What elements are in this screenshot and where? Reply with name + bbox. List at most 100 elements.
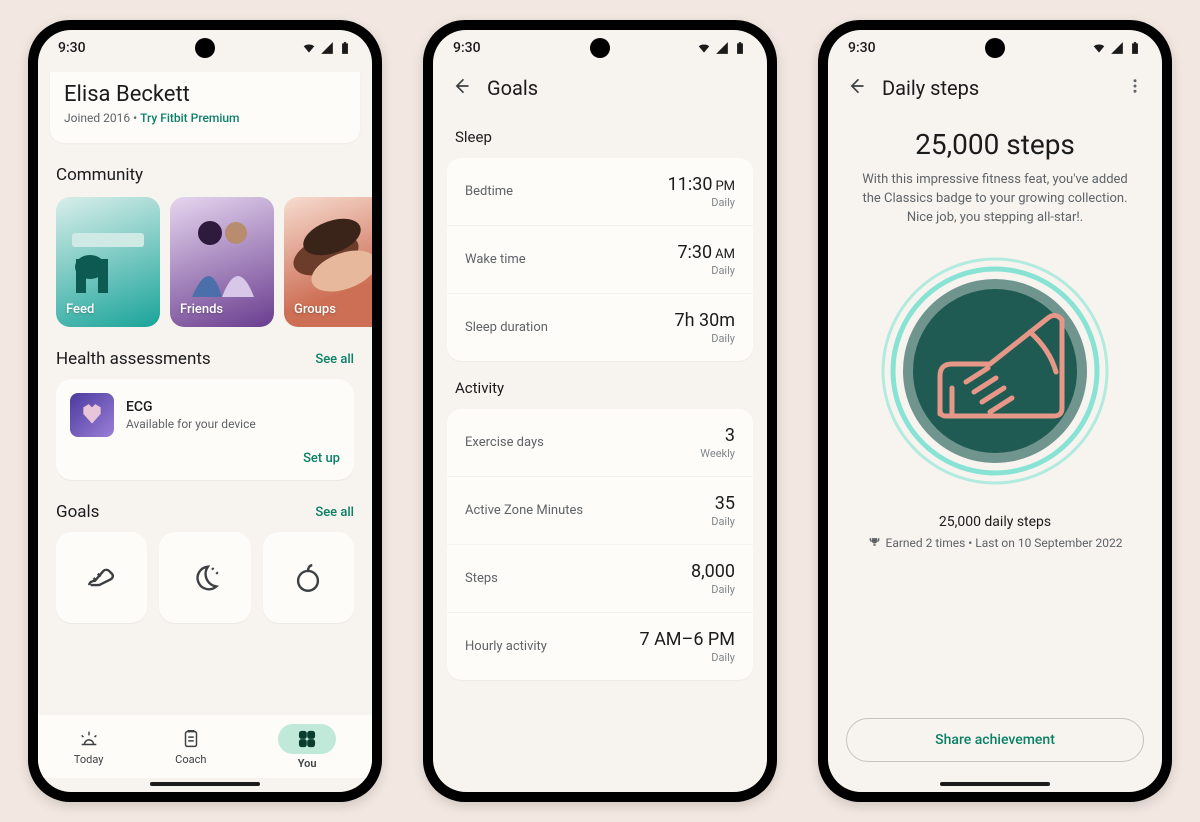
screen-badge-detail: 9:30 Daily steps 25,000 steps With this … [828,30,1162,792]
activity-group-title: Activity [455,379,745,397]
signal-icon [715,41,729,55]
nav-label: Today [74,753,104,766]
phone-frame-1: 9:30 Elisa Beckett Joined 2016 • Try Fit… [28,20,382,802]
camera-punchhole [195,38,215,58]
goals-tiles [38,532,372,623]
goals-see-all-link[interactable]: See all [315,505,354,520]
try-premium-link[interactable]: Try Fitbit Premium [140,111,239,125]
back-button[interactable] [451,76,471,100]
ecg-card-title: ECG [126,399,256,415]
badge-detail-body: 25,000 steps With this impressive fitnes… [828,110,1162,778]
health-header: Health assessments See all [56,349,354,369]
goals-title: Goals [56,502,99,522]
wifi-icon [302,41,316,55]
shoe-icon [85,561,119,595]
arrow-left-icon [846,76,866,96]
goals-header: Goals See all [56,502,354,522]
community-card-groups[interactable]: Groups [284,197,372,327]
back-button[interactable] [846,76,866,100]
phone-frame-3: 9:30 Daily steps 25,000 steps With this … [818,20,1172,802]
sneaker-badge-icon [880,256,1110,486]
community-card-label: Feed [66,302,94,317]
setting-row-azm[interactable]: Active Zone Minutes 35 Daily [447,477,753,545]
profile-card[interactable]: Elisa Beckett Joined 2016 • Try Fitbit P… [50,72,360,143]
badge-earned-info: Earned 2 times • Last on 10 September 20… [868,536,1123,550]
status-icons [1092,41,1142,55]
screen-goals: 9:30 Goals Sleep Bedtime 11:30PM Dai [433,30,767,792]
status-bar: 9:30 [433,30,767,66]
apple-icon [291,561,325,595]
nav-label: Coach [175,753,206,766]
setting-row-wake[interactable]: Wake time 7:30AM Daily [447,226,753,294]
badge-illustration [880,256,1110,486]
profile-name: Elisa Beckett [64,82,346,107]
clipboard-icon [180,728,202,750]
setting-label: Exercise days [465,435,544,450]
setting-row-steps[interactable]: Steps 8,000 Daily [447,545,753,613]
ecg-card-subtitle: Available for your device [126,417,256,431]
gesture-bar[interactable] [940,782,1050,786]
arrow-left-icon [451,76,471,96]
goal-tile-steps[interactable] [56,532,147,623]
community-card-friends[interactable]: Friends [170,197,274,327]
status-time: 9:30 [58,40,86,56]
health-see-all-link[interactable]: See all [315,352,354,367]
page-title: Goals [487,76,538,100]
community-row[interactable]: Feed Friends [38,197,372,327]
setting-row-exercise-days[interactable]: Exercise days 3 Weekly [447,409,753,477]
ecg-thumb [70,393,114,437]
community-title: Community [56,165,354,185]
wifi-icon [1092,41,1106,55]
grid-icon [296,728,318,750]
goals-scroll[interactable]: Sleep Bedtime 11:30PM Daily Wake time 7:… [433,110,767,792]
health-title: Health assessments [56,349,211,369]
battery-icon [338,41,352,55]
setting-row-hourly[interactable]: Hourly activity 7 AM–6 PM Daily [447,613,753,680]
camera-punchhole [985,38,1005,58]
activity-settings-list: Exercise days 3 Weekly Active Zone Minut… [447,409,753,680]
badge-headline: 25,000 steps [915,128,1075,161]
sleep-group-title: Sleep [455,128,745,146]
goal-tile-sleep[interactable] [159,532,250,623]
setting-label: Bedtime [465,184,513,199]
nav-today[interactable]: Today [74,728,104,766]
profile-scroll[interactable]: Elisa Beckett Joined 2016 • Try Fitbit P… [38,66,372,714]
battery-icon [1128,41,1142,55]
status-icons [302,41,352,55]
status-time: 9:30 [848,40,876,56]
community-card-feed[interactable]: Feed [56,197,160,327]
setting-row-duration[interactable]: Sleep duration 7h 30m Daily [447,294,753,361]
overflow-menu-button[interactable] [1126,77,1144,99]
more-vert-icon [1126,77,1144,95]
status-icons [697,41,747,55]
heart-illustration-icon [79,402,105,428]
app-bar: Goals [433,66,767,110]
sleep-settings-list: Bedtime 11:30PM Daily Wake time 7:30AM D… [447,158,753,361]
badge-description: With this impressive fitness feat, you'v… [846,171,1144,228]
page-title: Daily steps [882,76,979,100]
battery-icon [733,41,747,55]
ecg-setup-button[interactable]: Set up [70,451,340,466]
nav-coach[interactable]: Coach [175,728,206,766]
nav-you[interactable]: You [278,724,336,770]
gesture-bar[interactable] [150,782,260,786]
community-card-label: Groups [294,302,336,317]
profile-subtitle: Joined 2016 • Try Fitbit Premium [64,111,346,125]
status-bar: 9:30 [828,30,1162,66]
share-achievement-button[interactable]: Share achievement [846,718,1144,762]
profile-joined: Joined 2016 [64,111,130,125]
setting-label: Steps [465,571,498,586]
signal-icon [1110,41,1124,55]
moon-icon [188,561,222,595]
community-card-label: Friends [180,302,223,317]
sunrise-icon [78,728,100,750]
bottom-nav: Today Coach You [38,714,372,778]
screen-profile: 9:30 Elisa Beckett Joined 2016 • Try Fit… [38,30,372,792]
goal-tile-nutrition[interactable] [263,532,354,623]
setting-row-bedtime[interactable]: Bedtime 11:30PM Daily [447,158,753,226]
status-bar: 9:30 [38,30,372,66]
health-card-ecg[interactable]: ECG Available for your device Set up [56,379,354,480]
badge-subtitle: 25,000 daily steps [939,514,1051,530]
wifi-icon [697,41,711,55]
nav-label: You [298,757,317,770]
